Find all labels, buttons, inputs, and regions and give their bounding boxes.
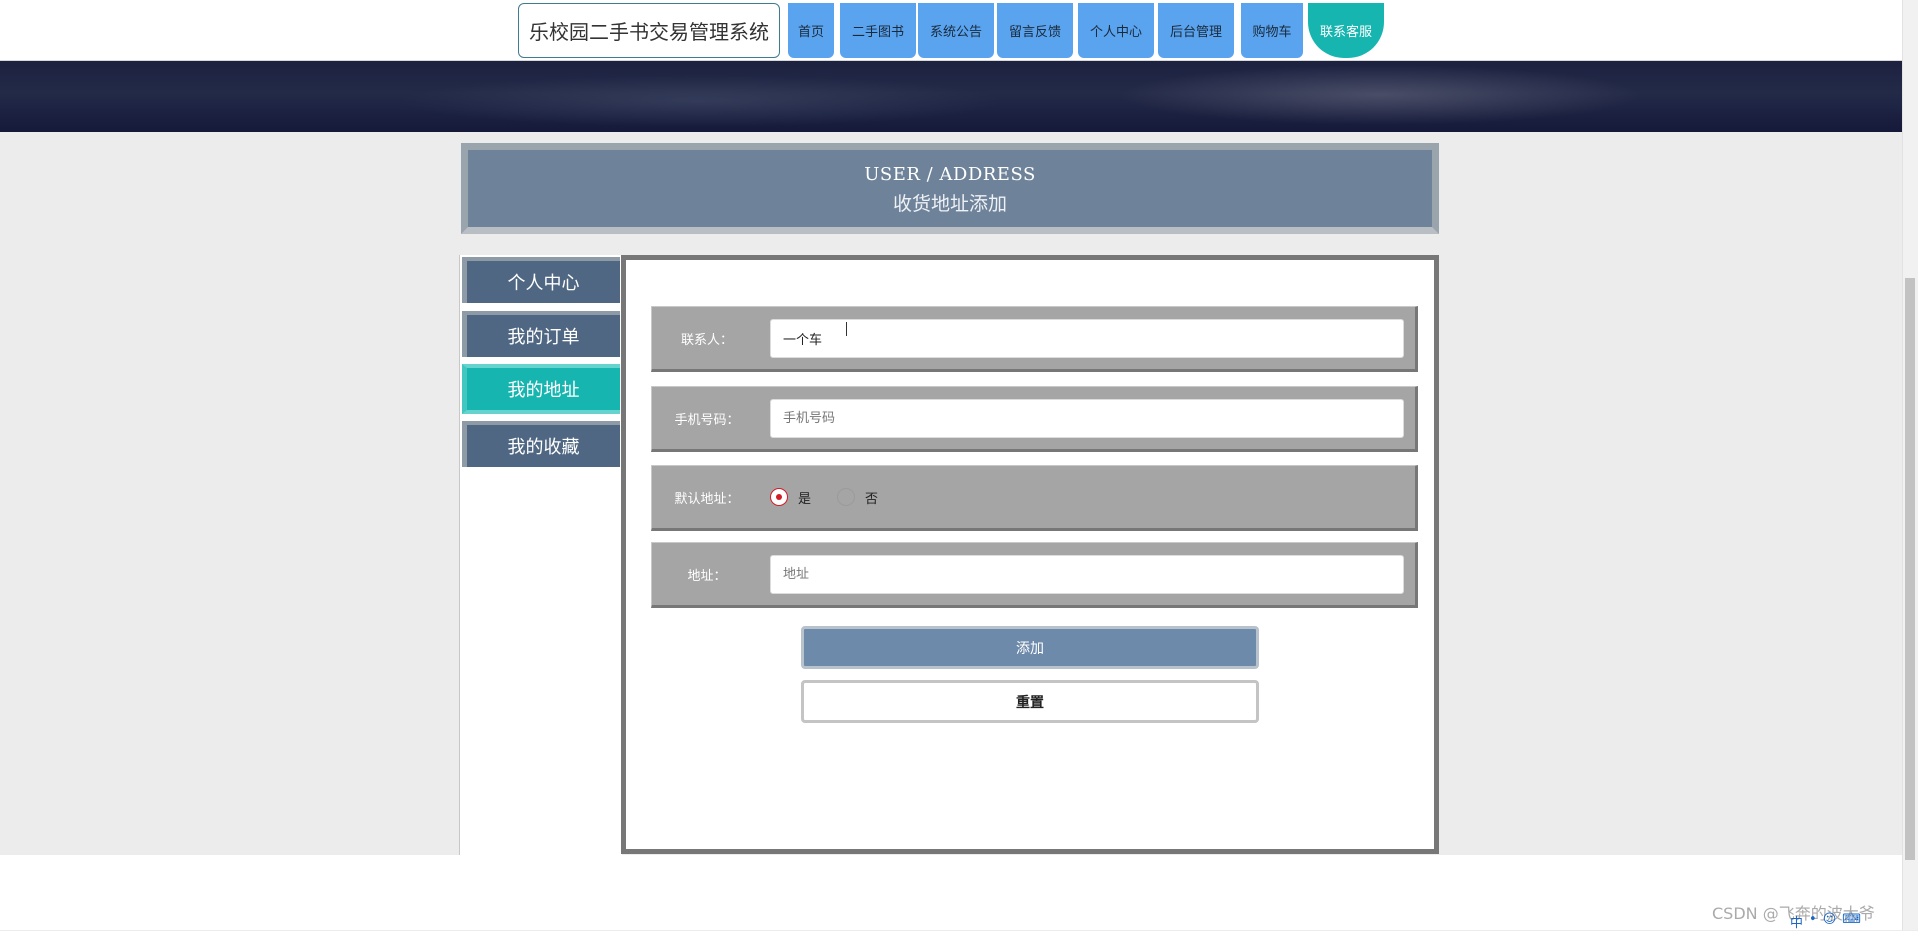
nav-announcements[interactable]: 系统公告 xyxy=(918,3,994,58)
site-brand[interactable]: 乐校园二手书交易管理系统 xyxy=(518,3,780,58)
nav-contact-service[interactable]: 联系客服 xyxy=(1308,3,1384,58)
sidebar-item-personal-center[interactable]: 个人中心 xyxy=(462,257,620,303)
hero-banner xyxy=(0,61,1902,132)
page-title-box: USER / ADDRESS 收货地址添加 xyxy=(461,143,1439,234)
nav-personal-center[interactable]: 个人中心 xyxy=(1078,3,1154,58)
form-row-phone: 手机号码： xyxy=(651,386,1418,452)
phone-input[interactable] xyxy=(770,399,1404,438)
form-row-address: 地址： xyxy=(651,542,1418,608)
top-navigation: 乐校园二手书交易管理系统 首页 二手图书 系统公告 留言反馈 个人中心 后台管理… xyxy=(0,0,1902,61)
default-no-label[interactable]: 否 xyxy=(865,488,878,507)
nav-home[interactable]: 首页 xyxy=(788,3,834,58)
page-scrollbar-thumb[interactable] xyxy=(1905,278,1915,860)
address-label: 地址： xyxy=(687,568,727,584)
form-row-contact: 联系人： xyxy=(651,306,1418,372)
reset-button[interactable]: 重置 xyxy=(801,680,1259,723)
sidebar-item-favorites[interactable]: 我的收藏 xyxy=(462,421,620,467)
contact-input[interactable] xyxy=(770,319,1404,358)
default-address-radio-group: 是 否 xyxy=(770,466,904,528)
nav-feedback[interactable]: 留言反馈 xyxy=(997,3,1073,58)
user-icon[interactable]: ☺ xyxy=(1823,912,1837,931)
page-footer xyxy=(0,855,1902,930)
keyboard-icon[interactable]: ⌨ xyxy=(1842,912,1861,931)
system-tray: 中 • ☺ ⌨ xyxy=(1790,912,1861,931)
address-form-panel: 联系人： 手机号码： 默认地址： 是 否 地址： xyxy=(621,255,1439,854)
page-title-en: USER / ADDRESS xyxy=(864,164,1036,185)
default-address-label: 默认地址： xyxy=(674,491,740,507)
nav-cart[interactable]: 购物车 xyxy=(1241,3,1303,58)
page-title-cn: 收货地址添加 xyxy=(892,193,1007,215)
ime-indicator[interactable]: 中 xyxy=(1790,912,1803,931)
default-no-radio[interactable] xyxy=(837,488,856,506)
nav-used-books[interactable]: 二手图书 xyxy=(840,3,916,58)
nav-admin[interactable]: 后台管理 xyxy=(1158,3,1234,58)
punctuation-icon[interactable]: • xyxy=(1809,912,1817,931)
default-yes-label[interactable]: 是 xyxy=(798,488,811,507)
add-button[interactable]: 添加 xyxy=(801,626,1259,669)
form-row-default-address: 默认地址： 是 否 xyxy=(651,465,1418,531)
sidebar-item-addresses[interactable]: 我的地址 xyxy=(462,364,620,414)
default-yes-radio[interactable] xyxy=(770,488,788,506)
phone-label: 手机号码： xyxy=(674,412,740,428)
address-input[interactable] xyxy=(770,555,1404,594)
user-sidebar: 个人中心 我的订单 我的地址 我的收藏 xyxy=(459,255,622,855)
contact-label: 联系人： xyxy=(680,332,733,348)
sidebar-item-orders[interactable]: 我的订单 xyxy=(462,311,620,357)
text-cursor-icon xyxy=(846,322,848,336)
